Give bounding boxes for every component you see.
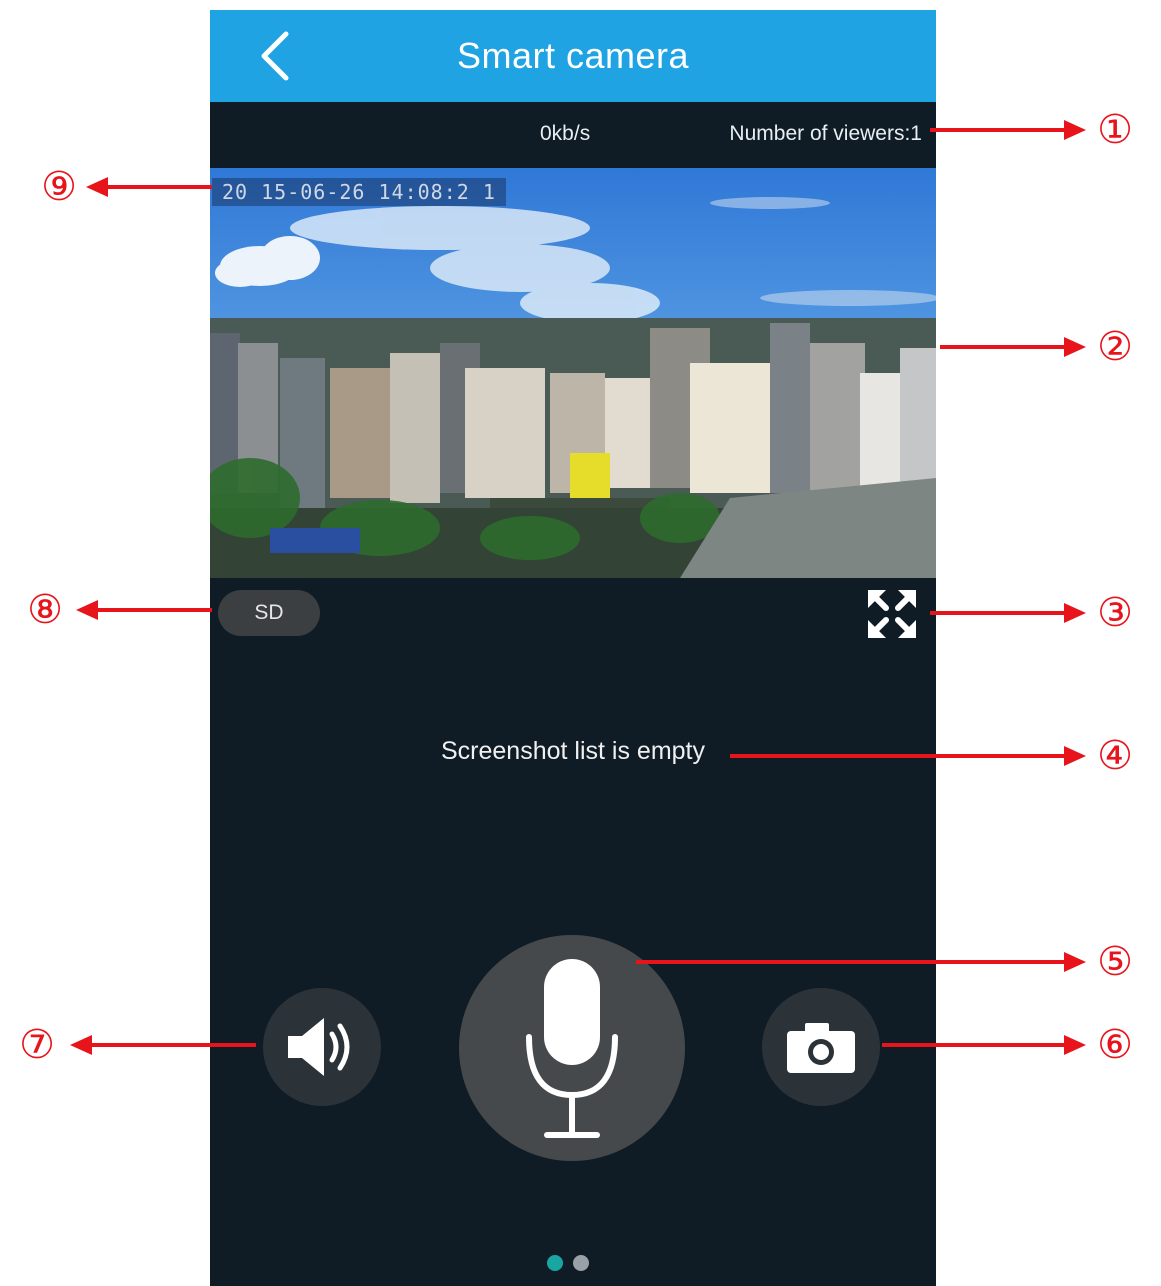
- callout-7: ⑦: [19, 1022, 55, 1068]
- callout-9: ⑨: [41, 164, 77, 210]
- callout-8: ⑧: [27, 587, 63, 633]
- callout-5: ⑤: [1097, 939, 1133, 985]
- callout-4: ④: [1097, 733, 1133, 779]
- callout-1: ①: [1097, 107, 1133, 153]
- callout-arrows: [70, 120, 1086, 1055]
- callout-3: ③: [1097, 590, 1133, 636]
- callout-6: ⑥: [1097, 1022, 1133, 1068]
- callout-2: ②: [1097, 324, 1133, 370]
